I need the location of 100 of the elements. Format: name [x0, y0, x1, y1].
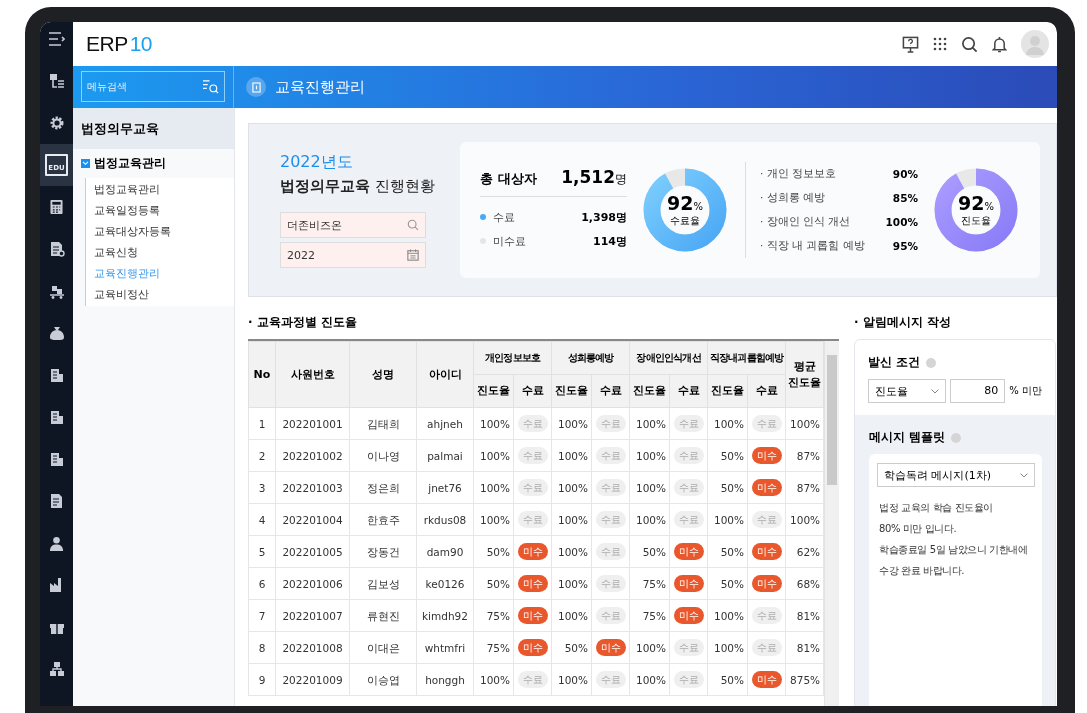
legend-label: 수료: [493, 209, 516, 225]
table-cell: 100%: [551, 599, 592, 632]
status-badge: 수료: [751, 639, 782, 656]
table-cell: 8: [248, 631, 276, 664]
calculator-icon: [50, 199, 63, 215]
table-cell: 100%: [473, 471, 514, 504]
table-cell: honggh: [416, 663, 474, 696]
message-text: 법정 교육의 학습 진도율이 80% 미만 입니다. 학습종료일 5일 남았으니 기한내에 수강 완료 바랍니다.: [878, 501, 1029, 578]
table-cell: 202201005: [275, 535, 350, 568]
ring-caption: 진도율: [961, 214, 991, 228]
column-group-header: 직장내괴롭힘예방: [707, 341, 786, 375]
ring-value: 92: [958, 192, 985, 214]
status-badge: 수료: [517, 415, 548, 432]
menu-icon[interactable]: [48, 32, 65, 46]
table-cell: jnet76: [416, 471, 474, 504]
table-cell: 50%: [707, 535, 748, 568]
table-cell: 202201009: [275, 663, 350, 696]
building-icon: [48, 367, 65, 383]
calendar-icon[interactable]: [407, 249, 419, 261]
sidebar-group[interactable]: 법정교육관리: [73, 149, 234, 178]
column-group-header: 성희롱예방: [551, 341, 630, 375]
status-badge: 수료: [673, 671, 704, 688]
table-cell: 김태희: [349, 407, 417, 440]
condition-select[interactable]: 진도율: [868, 379, 947, 403]
person-icon: [49, 535, 64, 551]
table-cell: 50%: [473, 567, 514, 600]
status-badge: 수료: [595, 575, 626, 592]
bell-icon[interactable]: [992, 35, 1007, 53]
table-cell: 100%: [785, 503, 824, 536]
building-icon: [48, 451, 65, 467]
total-unit: 명: [615, 172, 627, 186]
total-label: 총 대상자: [480, 170, 537, 188]
table-cell: 87%: [785, 439, 824, 472]
help-monitor-icon[interactable]: [902, 35, 919, 53]
status-badge: 미수: [751, 575, 782, 592]
status-badge: 미수: [751, 447, 782, 464]
table-cell: 100%: [707, 407, 748, 440]
status-badge: 미수: [751, 479, 782, 496]
column-header: 평균 진도율: [785, 341, 824, 408]
table-cell: 202201001: [275, 407, 350, 440]
table-cell: 202201007: [275, 599, 350, 632]
table-cell: 100%: [551, 503, 592, 536]
table-cell: 100%: [551, 439, 592, 472]
table-cell: 100%: [473, 663, 514, 696]
course-label: · 직장 내 괴롭힘 예방: [760, 239, 865, 253]
table-cell: 202201002: [275, 439, 350, 472]
table-cell: 1: [248, 407, 276, 440]
table-cell: rkdus08: [416, 503, 474, 536]
year-field[interactable]: 2022: [280, 242, 426, 268]
sidebar-item[interactable]: 교육비정산: [86, 284, 234, 305]
table-cell: 100%: [473, 407, 514, 440]
table-cell: 100%: [473, 503, 514, 536]
course-label: · 장애인 인식 개선: [760, 215, 851, 229]
ring-unit: %: [693, 201, 703, 212]
template-select[interactable]: 학습독려 메시지(1차): [877, 463, 1035, 487]
chevron-down-icon: [1020, 472, 1028, 478]
table-cell: 81%: [785, 631, 824, 664]
status-badge: 수료: [751, 607, 782, 624]
search-list-icon[interactable]: [202, 79, 219, 94]
table-cell: 이승엽: [349, 663, 417, 696]
company-field[interactable]: 더존비즈온: [280, 212, 426, 238]
status-badge: 미수: [751, 671, 782, 688]
table-cell: 202201003: [275, 471, 350, 504]
column-group-header: 장애인인식개선: [629, 341, 708, 375]
table-cell: 100%: [629, 471, 670, 504]
table-cell: 2: [248, 439, 276, 472]
summary-title: 법정의무교육 진행현황: [280, 177, 436, 196]
status-badge: 수료: [517, 479, 548, 496]
money-bag-icon: [48, 325, 65, 341]
column-header: 성명: [349, 341, 417, 408]
status-badge: 미수: [673, 575, 704, 592]
status-badge: 수료: [595, 511, 626, 528]
table-cell: 68%: [785, 567, 824, 600]
sidebar-item[interactable]: 교육대상자등록: [86, 221, 234, 242]
apps-grid-icon[interactable]: [933, 37, 947, 51]
table-cell: 100%: [473, 439, 514, 472]
sidebar-item[interactable]: 교육신청: [86, 242, 234, 263]
sidebar-item[interactable]: 교육일정등록: [86, 200, 234, 221]
sidebar-item[interactable]: 법정교육관리: [86, 179, 234, 200]
threshold-field[interactable]: 80: [950, 379, 1006, 403]
status-badge: 수료: [673, 479, 704, 496]
table-cell: ahjneh: [416, 407, 474, 440]
total-value: 1,512: [561, 167, 615, 187]
table-cell: 100%: [629, 663, 670, 696]
status-badge: 수료: [595, 479, 626, 496]
table-cell: palmai: [416, 439, 474, 472]
menu-search-field[interactable]: 메뉴검색: [81, 71, 225, 102]
building-icon: [48, 409, 65, 425]
status-badge: 수료: [517, 511, 548, 528]
table-cell: 62%: [785, 535, 824, 568]
scrollbar[interactable]: [824, 341, 839, 706]
status-badge: 수료: [595, 607, 626, 624]
table-cell: 50%: [707, 439, 748, 472]
status-badge: 수료: [595, 671, 626, 688]
search-icon[interactable]: [961, 35, 978, 53]
table-cell: 50%: [551, 631, 592, 664]
table-cell: 75%: [473, 599, 514, 632]
table-cell: 50%: [707, 471, 748, 504]
table-cell: 9: [248, 663, 276, 696]
section-title: · 알림메시지 작성: [854, 314, 952, 331]
